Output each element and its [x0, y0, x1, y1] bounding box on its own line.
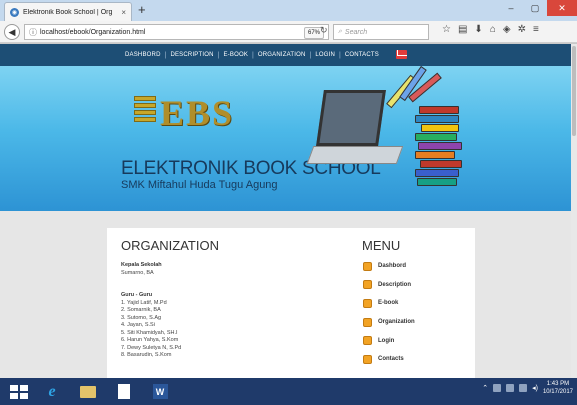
extension-icon[interactable]: ✲	[518, 24, 526, 35]
minimize-button[interactable]: –	[499, 0, 523, 16]
browser-tab-strip: ◉ Elektronik Book School | Org × + – ▢ ✕	[0, 0, 577, 21]
page-viewport: DASHBORD | DESCRIPTION | E-BOOK | ORGANIZAT…	[0, 44, 571, 378]
system-tray: ⌃ ◂) 1:43 PM 10/17/2017	[482, 380, 573, 396]
menu-title: MENU	[362, 238, 401, 253]
browser-tab[interactable]: ◉ Elektronik Book School | Org ×	[4, 2, 132, 21]
back-button[interactable]: ◀	[4, 24, 20, 40]
page-title: ORGANIZATION	[121, 238, 219, 253]
tab-title: Elektronik Book School | Org	[23, 8, 113, 16]
tray-volume-icon[interactable]: ◂)	[532, 384, 538, 392]
list-item: 5. Siti Khamidyah, SH.I	[121, 329, 178, 336]
clock[interactable]: 1:43 PM 10/17/2017	[543, 380, 573, 396]
tray-network-icon[interactable]	[506, 384, 515, 392]
toolbar-icons: ☆ ▤ ⬇ ⌂ ◈ ✲ ≡	[442, 24, 539, 35]
info-icon[interactable]: ⓘ	[29, 27, 37, 38]
download-icon[interactable]: ⬇	[474, 24, 482, 35]
search-box[interactable]: ⌕ Search	[333, 24, 429, 40]
menu-item-ebook[interactable]: E-book	[363, 294, 415, 313]
nav-dashbord[interactable]: DASHBORD	[121, 52, 165, 58]
window-controls: – ▢ ✕	[499, 0, 577, 16]
taskbar-explorer-icon[interactable]	[74, 381, 102, 403]
menu-item-contacts[interactable]: Contacts	[363, 350, 415, 369]
url-text: localhost/ebook/Organization.html	[40, 28, 146, 36]
list-item: 3. Sutomo, S.Ag	[121, 314, 162, 321]
side-menu: Dashbord Description E-book Organization…	[363, 257, 415, 369]
menu-item-description[interactable]: Description	[363, 276, 415, 295]
new-tab-button[interactable]: +	[138, 2, 146, 18]
reload-icon[interactable]: ↻	[320, 25, 328, 36]
browser-nav-bar: ◀ ⓘ localhost/ebook/Organization.html 67…	[0, 21, 577, 43]
menu-bullet-icon	[363, 280, 372, 290]
favicon-icon: ◉	[10, 7, 19, 17]
search-icon: ⌕	[338, 28, 342, 35]
taskbar: e W ⌃ ◂) 1:43 PM 10/17/2017	[0, 378, 577, 405]
address-bar[interactable]: ⓘ localhost/ebook/Organization.html 67%	[24, 24, 329, 40]
pocket-icon[interactable]: ◈	[503, 24, 511, 35]
site-nav: DASHBORD | DESCRIPTION | E-BOOK | ORGANIZAT…	[0, 44, 571, 66]
tray-app-icon[interactable]	[493, 384, 502, 392]
hamburger-menu-icon[interactable]: ≡	[533, 24, 539, 35]
menu-item-organization[interactable]: Organization	[363, 313, 415, 332]
teachers-block: Guru - Guru 1. Yajid Latif, M.Pd 2. Soma…	[121, 292, 181, 360]
principal-block: Kepala Sekolah Sumarno, BA	[121, 262, 162, 277]
site-logo: EBS	[160, 93, 235, 133]
reading-list-icon[interactable]: ▤	[458, 24, 467, 35]
menu-bullet-icon	[363, 336, 372, 346]
nav-organization[interactable]: ORGANIZATION	[254, 52, 310, 58]
principal-name: Sumarno, BA	[121, 269, 154, 276]
taskbar-document-icon[interactable]	[110, 381, 138, 403]
maximize-button[interactable]: ▢	[523, 0, 547, 16]
bookmark-star-icon[interactable]: ☆	[442, 24, 451, 35]
list-item: 2. Somarnik, BA	[121, 307, 161, 313]
windows-start-icon[interactable]	[8, 383, 30, 401]
menu-item-dashbord[interactable]: Dashbord	[363, 257, 415, 276]
list-item: 8. Basarudin, S.Kom	[121, 352, 172, 358]
menu-bullet-icon	[363, 354, 372, 364]
nav-description[interactable]: DESCRIPTION	[166, 52, 217, 58]
content-panel: ORGANIZATION Kepala Sekolah Sumarno, BA …	[107, 228, 475, 378]
menu-bullet-icon	[363, 298, 372, 308]
tray-battery-icon[interactable]	[519, 384, 528, 392]
home-icon[interactable]: ⌂	[490, 24, 496, 35]
menu-item-login[interactable]: Login	[363, 331, 415, 350]
page-scrollbar[interactable]	[571, 44, 577, 378]
nav-login[interactable]: LOGIN	[311, 52, 339, 58]
books-logo-icon	[134, 96, 156, 122]
school-subtitle: SMK Miftahul Huda Tugu Agung	[121, 179, 278, 191]
list-item: 7. Dewy Suletya N, S.Pd	[121, 344, 182, 351]
menu-bullet-icon	[363, 261, 372, 271]
taskbar-word-icon[interactable]: W	[146, 381, 174, 403]
list-item: 1. Yajid Latif, M.Pd	[121, 299, 167, 306]
menu-bullet-icon	[363, 317, 372, 327]
search-placeholder: Search	[344, 28, 368, 36]
scrollbar-thumb[interactable]	[572, 46, 576, 136]
list-item: 6. Harun Yahya, S.Kom	[121, 337, 179, 343]
tab-close-icon[interactable]: ×	[121, 8, 126, 17]
mail-icon[interactable]	[396, 50, 407, 59]
nav-contacts[interactable]: CONTACTS	[341, 52, 383, 58]
close-window-button[interactable]: ✕	[547, 0, 577, 16]
teachers-label: Guru - Guru	[121, 292, 153, 298]
header-banner: EBS ELEKTRONIK BOOK SCHOOL SMK Miftahul …	[0, 65, 571, 211]
principal-label: Kepala Sekolah	[121, 262, 162, 268]
nav-ebook[interactable]: E-BOOK	[219, 52, 252, 58]
taskbar-ie-icon[interactable]: e	[38, 381, 66, 403]
list-item: 4. Jayan, S.Si	[121, 322, 155, 328]
tray-chevron-icon[interactable]: ⌃	[482, 384, 488, 392]
book-stack-illustration	[415, 106, 465, 187]
